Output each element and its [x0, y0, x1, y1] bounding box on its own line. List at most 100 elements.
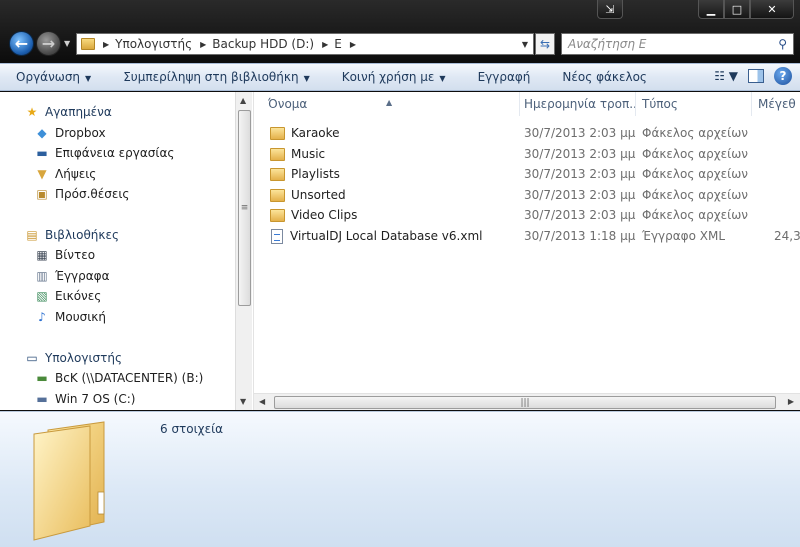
- table-row[interactable]: Music 30/7/2013 2:03 μμ Φάκελος αρχείων: [254, 144, 800, 164]
- nav-item-label: Μουσική: [55, 310, 106, 324]
- scrollbar-thumb[interactable]: ≡: [238, 110, 251, 306]
- file-type: Φάκελος αρχείων: [642, 126, 748, 140]
- burn-button[interactable]: Εγγραφή: [462, 70, 547, 84]
- file-date: 30/7/2013 2:03 μμ: [524, 208, 636, 222]
- help-icon[interactable]: ?: [774, 67, 792, 85]
- nav-item-desktop[interactable]: ▬ Επιφάνεια εργασίας: [34, 143, 174, 163]
- new-folder-button[interactable]: Νέος φάκελος: [546, 70, 663, 84]
- scrollbar-thumb[interactable]: |||: [274, 396, 776, 409]
- file-name: Karaoke: [291, 126, 340, 140]
- nav-item-recent-places[interactable]: ▣ Πρόσ.θέσεις: [34, 184, 129, 204]
- folder-icon: [270, 208, 285, 222]
- chevron-right-icon[interactable]: ▶: [322, 40, 328, 49]
- file-date: 30/7/2013 2:03 μμ: [524, 147, 636, 161]
- nav-item-downloads[interactable]: ▼ Λήψεις: [34, 164, 96, 184]
- search-icon[interactable]: ⚲: [778, 37, 787, 51]
- file-name: Playlists: [291, 167, 340, 181]
- chevron-right-icon[interactable]: ▶: [350, 40, 356, 49]
- preview-pane-icon[interactable]: [748, 69, 764, 83]
- network-drive-icon: ▬: [36, 371, 48, 385]
- scroll-up-icon[interactable]: ▲: [240, 96, 246, 105]
- search-placeholder: Αναζήτηση E: [568, 37, 647, 51]
- close-button[interactable]: ✕: [750, 0, 794, 19]
- pictures-icon: ▧: [36, 289, 48, 303]
- share-with-button[interactable]: Κοινή χρήση με ▼: [326, 70, 462, 84]
- view-controls: ☷ ▼ ?: [714, 67, 792, 85]
- file-type: Φάκελος αρχείων: [642, 208, 748, 222]
- column-type[interactable]: Τύπος: [636, 92, 752, 116]
- scroll-left-icon[interactable]: ◀: [259, 397, 265, 406]
- nav-item-dropbox[interactable]: ◆ Dropbox: [34, 123, 105, 143]
- nav-favorites-label: Αγαπημένα: [45, 105, 112, 119]
- include-library-label: Συμπερίληψη στη βιβλιοθήκη: [123, 70, 299, 84]
- minimize-button[interactable]: ▁: [698, 0, 724, 19]
- table-row[interactable]: Video Clips 30/7/2013 2:03 μμ Φάκελος αρ…: [254, 205, 800, 225]
- nav-computer[interactable]: ▭ Υπολογιστής: [24, 348, 122, 368]
- table-row[interactable]: Unsorted 30/7/2013 2:03 μμ Φάκελος αρχεί…: [254, 185, 800, 205]
- breadcrumb-drive[interactable]: Backup HDD (D:): [212, 37, 314, 51]
- refresh-button[interactable]: ⇆: [535, 33, 555, 55]
- nav-item-music[interactable]: ♪ Μουσική: [34, 307, 106, 327]
- downloads-icon: ▼: [37, 167, 47, 181]
- file-name: Unsorted: [291, 188, 346, 202]
- horizontal-scrollbar[interactable]: ◀ ||| ▶: [254, 393, 800, 410]
- content-area: ★ Αγαπημένα ◆ Dropbox ▬ Επιφάνεια εργασί…: [0, 92, 800, 410]
- nav-item-videos[interactable]: ▦ Βίντεο: [34, 245, 95, 265]
- burn-label: Εγγραφή: [477, 70, 531, 84]
- scroll-right-icon[interactable]: ▶: [788, 397, 794, 406]
- nav-item-network-drive[interactable]: ▬ BcK (\\DATACENTER) (B:): [34, 368, 203, 388]
- maximize-button[interactable]: □: [724, 0, 750, 19]
- include-in-library-button[interactable]: Συμπερίληψη στη βιβλιοθήκη ▼: [107, 70, 326, 84]
- column-name[interactable]: Όνομα ▲: [254, 92, 520, 116]
- chevron-right-icon[interactable]: ▶: [103, 40, 109, 49]
- share-with-label: Κοινή χρήση με: [341, 70, 435, 84]
- xml-file-icon: [271, 228, 283, 244]
- navigation-scrollbar[interactable]: ▲ ≡ ▼: [235, 92, 252, 410]
- folder-icon: [270, 188, 285, 202]
- table-row[interactable]: Playlists 30/7/2013 2:03 μμ Φάκελος αρχε…: [254, 164, 800, 184]
- forward-button[interactable]: →: [36, 31, 61, 56]
- organize-label: Οργάνωση: [16, 70, 81, 84]
- file-type: Φάκελος αρχείων: [642, 167, 748, 181]
- table-row[interactable]: VirtualDJ Local Database v6.xml 30/7/201…: [254, 226, 800, 246]
- libraries-icon: ▤: [26, 228, 38, 242]
- file-name: Video Clips: [291, 208, 358, 222]
- nav-libraries[interactable]: ▤ Βιβλιοθήκες: [24, 225, 119, 245]
- dropbox-icon: ◆: [37, 126, 47, 140]
- file-date: 30/7/2013 1:18 μμ: [524, 229, 636, 243]
- chevron-right-icon[interactable]: ▶: [200, 40, 206, 49]
- file-name-cell: Video Clips: [270, 208, 357, 222]
- organize-button[interactable]: Οργάνωση ▼: [0, 70, 107, 84]
- nav-item-documents[interactable]: ▥ Έγγραφα: [34, 266, 109, 286]
- column-size[interactable]: Μέγεθ: [752, 92, 800, 116]
- column-date-label: Ημερομηνία τροπ...: [524, 97, 636, 111]
- search-input[interactable]: Αναζήτηση E ⚲: [561, 33, 794, 55]
- arrow-left-icon: ←: [14, 34, 29, 53]
- nav-favorites[interactable]: ★ Αγαπημένα: [24, 102, 112, 122]
- desktop-icon: ▬: [36, 146, 48, 160]
- nav-item-label: BcK (\\DATACENTER) (B:): [55, 371, 204, 385]
- file-type: Φάκελος αρχείων: [642, 147, 748, 161]
- nav-item-pictures[interactable]: ▧ Εικόνες: [34, 286, 101, 306]
- scroll-down-icon[interactable]: ▼: [240, 397, 246, 406]
- navigation-pane: ★ Αγαπημένα ◆ Dropbox ▬ Επιφάνεια εργασί…: [0, 92, 235, 410]
- large-folder-icon: [33, 421, 105, 541]
- nav-item-label: Βίντεο: [55, 248, 96, 262]
- file-name-cell: Unsorted: [270, 188, 346, 202]
- column-date-modified[interactable]: Ημερομηνία τροπ...: [520, 92, 636, 116]
- window-extra-button[interactable]: ⇲: [597, 0, 623, 19]
- breadcrumb-computer[interactable]: Υπολογιστής: [115, 37, 192, 51]
- change-view-icon[interactable]: ☷ ▼: [714, 69, 738, 83]
- sort-ascending-icon: ▲: [386, 98, 393, 107]
- file-date: 30/7/2013 2:03 μμ: [524, 126, 636, 140]
- table-row[interactable]: Karaoke 30/7/2013 2:03 μμ Φάκελος αρχείω…: [254, 123, 800, 143]
- breadcrumb-folder[interactable]: E: [334, 37, 342, 51]
- chevron-down-icon: ▼: [303, 74, 310, 83]
- address-bar[interactable]: ▶ Υπολογιστής ▶ Backup HDD (D:) ▶ E ▶ ▼: [76, 33, 534, 55]
- nav-item-local-disk[interactable]: ▬ Win 7 OS (C:): [34, 389, 135, 409]
- computer-icon: ▭: [26, 351, 38, 365]
- back-button[interactable]: ←: [9, 31, 34, 56]
- new-folder-label: Νέος φάκελος: [562, 70, 647, 84]
- address-dropdown-icon[interactable]: ▼: [522, 40, 528, 49]
- recent-pages-dropdown[interactable]: ▼: [64, 39, 70, 48]
